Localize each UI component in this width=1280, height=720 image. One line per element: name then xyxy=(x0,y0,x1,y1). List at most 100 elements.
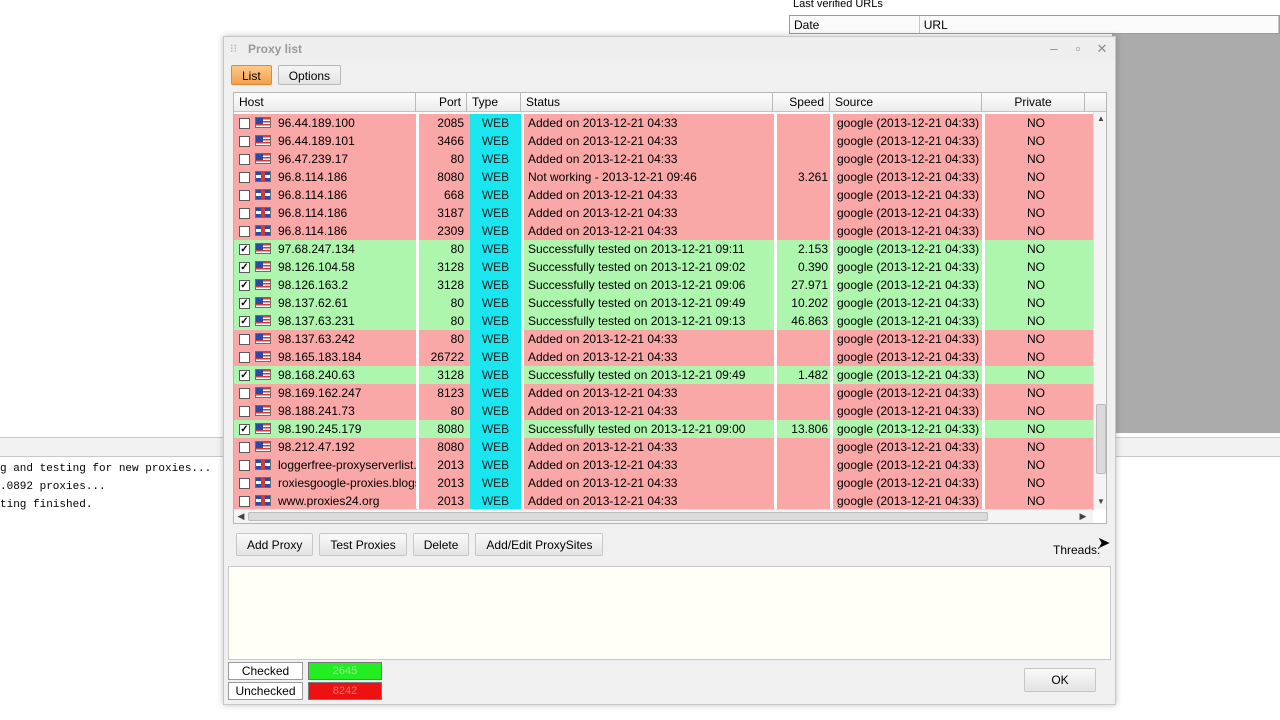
row-checkbox[interactable] xyxy=(239,226,250,237)
cell-private: NO xyxy=(1027,278,1045,292)
cell-host: 98.169.162.247 xyxy=(278,386,362,400)
table-row[interactable]: ✓ 98.126.104.58 3128 WEB Successfully tested… xyxy=(234,258,1094,276)
tab-options[interactable]: Options xyxy=(277,65,342,85)
url-column-url[interactable]: URL xyxy=(920,16,1279,33)
cell-source: google (2013-12-21 04:33) xyxy=(837,188,980,202)
test-proxies-button[interactable]: Test Proxies xyxy=(319,533,407,556)
horizontal-scroll-thumb[interactable] xyxy=(248,512,988,521)
cell-private: NO xyxy=(1027,116,1045,130)
table-row[interactable]: 98.212.47.192 8080 WEB Added on 2013-12-21 … xyxy=(234,438,1094,456)
row-checkbox[interactable]: ✓ xyxy=(239,370,250,381)
table-row[interactable]: 96.44.189.101 3466 WEB Added on 2013-12-21 … xyxy=(234,132,1094,150)
scroll-left-icon[interactable]: ◀ xyxy=(236,511,246,523)
column-private[interactable]: Private xyxy=(982,93,1085,112)
row-checkbox[interactable] xyxy=(239,478,250,489)
column-status[interactable]: Status xyxy=(521,93,773,112)
column-separator xyxy=(830,186,833,204)
column-separator xyxy=(521,204,524,222)
log-output-area[interactable] xyxy=(228,566,1111,660)
column-speed[interactable]: Speed xyxy=(773,93,830,112)
column-type[interactable]: Type xyxy=(467,93,521,112)
column-port[interactable]: Port xyxy=(416,93,467,112)
column-separator xyxy=(774,168,777,186)
minimize-icon[interactable]: – xyxy=(1046,41,1062,57)
row-checkbox[interactable] xyxy=(239,154,250,165)
tab-list[interactable]: List xyxy=(231,65,272,85)
table-row[interactable]: ✓ 98.137.63.231 80 WEB Successfully tested o… xyxy=(234,312,1094,330)
row-checkbox[interactable] xyxy=(239,388,250,399)
cell-speed xyxy=(779,348,832,366)
table-row[interactable]: 96.47.239.17 80 WEB Added on 2013-12-21 04:… xyxy=(234,150,1094,168)
row-checkbox[interactable] xyxy=(239,460,250,471)
table-row[interactable]: 98.165.183.184 26722 WEB Added on 2013-12-2… xyxy=(234,348,1094,366)
cell-port: 80 xyxy=(450,314,464,328)
column-separator xyxy=(830,492,833,510)
table-row[interactable]: 98.169.162.247 8123 WEB Added on 2013-12-21… xyxy=(234,384,1094,402)
table-row[interactable]: loggerfree-proxyserverlist.b... 2013 WEB Ad… xyxy=(234,456,1094,474)
cell-host: 98.168.240.63 xyxy=(278,368,355,382)
cell-port: 80 xyxy=(450,152,464,166)
log-line: g and testing for new proxies... xyxy=(0,463,212,475)
column-separator xyxy=(774,366,777,384)
table-row[interactable]: 96.8.114.186 8080 WEB Not working - 2013-12… xyxy=(234,168,1094,186)
table-row[interactable]: 98.137.63.242 80 WEB Added on 2013-12-21 04… xyxy=(234,330,1094,348)
title-bar[interactable]: ⁝⁝ Proxy list – ▫ ✕ xyxy=(224,37,1115,61)
scroll-up-icon[interactable]: ▲ xyxy=(1096,114,1106,124)
table-row[interactable]: 96.8.114.186 668 WEB Added on 2013-12-21 04… xyxy=(234,186,1094,204)
row-checkbox[interactable] xyxy=(239,190,250,201)
row-checkbox[interactable]: ✓ xyxy=(239,316,250,327)
cell-host: 97.68.247.134 xyxy=(278,242,355,256)
close-icon[interactable]: ✕ xyxy=(1094,41,1110,57)
table-row[interactable]: ✓ 98.190.245.179 8080 WEB Successfully teste… xyxy=(234,420,1094,438)
cell-source: google (2013-12-21 04:33) xyxy=(837,422,980,436)
table-row[interactable]: 98.188.241.73 80 WEB Added on 2013-12-21 04… xyxy=(234,402,1094,420)
uk-flag-icon xyxy=(255,189,271,200)
cell-private: NO xyxy=(1027,152,1045,166)
scroll-down-icon[interactable]: ▼ xyxy=(1096,497,1106,507)
column-source[interactable]: Source xyxy=(830,93,982,112)
cell-speed: 27.971 xyxy=(791,278,828,292)
row-checkbox[interactable]: ✓ xyxy=(239,298,250,309)
row-checkbox[interactable] xyxy=(239,406,250,417)
table-row[interactable]: ✓ 98.126.163.2 3128 WEB Successfully tested … xyxy=(234,276,1094,294)
table-row[interactable]: www.proxies24.org 2013 WEB Added on 2013-12… xyxy=(234,492,1094,510)
row-checkbox[interactable] xyxy=(239,496,250,507)
row-checkbox[interactable] xyxy=(239,172,250,183)
cell-type: WEB xyxy=(470,132,521,150)
row-checkbox[interactable] xyxy=(239,442,250,453)
cell-speed: 13.806 xyxy=(791,422,828,436)
row-checkbox[interactable] xyxy=(239,208,250,219)
row-checkbox[interactable] xyxy=(239,118,250,129)
scroll-right-icon[interactable]: ▶ xyxy=(1078,511,1088,523)
cell-status: Added on 2013-12-21 04:33 xyxy=(528,458,678,472)
vertical-scrollbar[interactable]: ▲ ▼ xyxy=(1093,112,1106,509)
url-column-date[interactable]: Date xyxy=(790,16,920,33)
delete-button[interactable]: Delete xyxy=(412,533,470,556)
table-row[interactable]: 96.8.114.186 2309 WEB Added on 2013-12-21 0… xyxy=(234,222,1094,240)
vertical-scroll-thumb[interactable] xyxy=(1096,404,1106,474)
table-row[interactable]: 96.44.189.100 2085 WEB Added on 2013-12-21 … xyxy=(234,114,1094,132)
row-checkbox[interactable]: ✓ xyxy=(239,280,250,291)
table-row[interactable]: ✓ 97.68.247.134 80 WEB Successfully tested o… xyxy=(234,240,1094,258)
table-row[interactable]: ✓ 98.168.240.63 3128 WEB Successfully tested… xyxy=(234,366,1094,384)
table-row[interactable]: 96.8.114.186 3187 WEB Added on 2013-12-21 0… xyxy=(234,204,1094,222)
cell-private: NO xyxy=(1027,404,1045,418)
row-checkbox[interactable]: ✓ xyxy=(239,262,250,273)
column-separator xyxy=(774,132,777,150)
add-proxy-button[interactable]: Add Proxy xyxy=(236,533,314,556)
horizontal-scrollbar[interactable]: ◀ ▶ xyxy=(234,509,1093,523)
row-checkbox[interactable] xyxy=(239,136,250,147)
row-checkbox[interactable] xyxy=(239,334,250,345)
column-host[interactable]: Host xyxy=(234,93,416,112)
table-row[interactable]: ✓ 98.137.62.61 80 WEB Successfully tested on… xyxy=(234,294,1094,312)
cell-port: 8123 xyxy=(437,386,464,400)
column-separator xyxy=(830,114,833,132)
add-edit-proxysites-button[interactable]: Add/Edit ProxySites xyxy=(475,533,604,556)
maximize-icon[interactable]: ▫ xyxy=(1070,41,1086,57)
row-checkbox[interactable]: ✓ xyxy=(239,424,250,435)
column-separator xyxy=(774,240,777,258)
row-checkbox[interactable]: ✓ xyxy=(239,244,250,255)
ok-button[interactable]: OK xyxy=(1024,668,1096,692)
row-checkbox[interactable] xyxy=(239,352,250,363)
table-row[interactable]: roxiesgoogle-proxies.blogs... 2013 WEB Adde… xyxy=(234,474,1094,492)
